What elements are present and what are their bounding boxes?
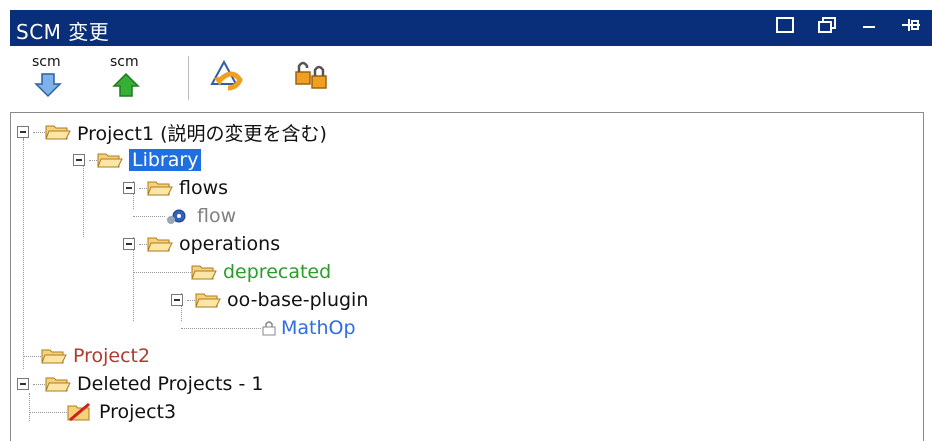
scm-update-label: scm [32,54,61,70]
folder-open-icon [147,181,173,196]
window-controls [774,16,922,38]
scm-commit-label: scm [110,54,139,70]
tree-node-label: flow [197,205,237,227]
tree-node-label: Deleted Projects - 1 [77,373,264,395]
maximize-icon[interactable] [774,16,796,38]
folder-open-icon [97,153,123,168]
folder-open-icon [191,265,217,280]
tree-node-operations[interactable]: operations [123,231,280,257]
tree-node-flows[interactable]: flows [123,175,228,201]
tree-node-project2[interactable]: Project2 [23,343,150,369]
collapse-toggle-icon[interactable] [171,294,183,306]
tree-node-label: deprecated [223,261,332,283]
tree-node-deprecated[interactable]: deprecated [133,259,331,285]
toolbar: scm scm [10,46,932,110]
scm-update-button[interactable]: scm [26,52,70,104]
tree-node-deleted-projects[interactable]: Deleted Projects - 1 [17,371,263,397]
tree-node-flow[interactable]: flow [133,203,236,229]
tree-node-mathop[interactable]: MathOp [181,315,356,341]
tree-node-label: MathOp [281,317,356,339]
window-title: SCM 変更 [16,20,110,44]
tree-node-oo-base-plugin[interactable]: oo-base-plugin [171,287,368,313]
up-arrow-icon [112,72,140,97]
tree-node-label: Library [129,149,202,171]
restore-icon[interactable] [816,16,838,38]
scm-change-tree: Project1 (説明の変更を含む) Library flows flow o… [10,112,924,441]
folder-open-icon [41,349,67,364]
lock-icon [262,321,276,336]
scm-commit-button[interactable]: scm [104,52,148,104]
tree-node-label: Project2 [73,345,151,367]
unlock-icon [295,61,327,89]
unlock-button[interactable] [292,52,336,104]
tree-node-project1[interactable]: Project1 (説明の変更を含む) [17,119,327,145]
down-arrow-icon [34,73,62,98]
revert-button[interactable] [206,52,250,104]
collapse-toggle-icon[interactable] [123,238,135,250]
collapse-toggle-icon[interactable] [123,182,135,194]
folder-open-icon [147,237,173,252]
deleted-folder-icon [67,402,90,422]
collapse-toggle-icon[interactable] [73,154,85,166]
pin-icon[interactable] [900,16,922,38]
tree-node-label: Project1 (説明の変更を含む) [77,122,327,145]
collapse-toggle-icon[interactable] [17,126,29,138]
folder-open-icon [45,125,71,140]
collapse-toggle-icon[interactable] [17,378,29,390]
flow-gear-icon [167,209,186,224]
tree-node-label: Project3 [99,401,177,423]
title-bar: SCM 変更 [10,10,932,46]
minimize-icon[interactable] [858,16,880,38]
scm-changes-window: SCM 変更 scm scm Project1 (説明の変更を含む) Libra… [0,0,932,441]
toolbar-separator [188,56,189,100]
tree-node-project3[interactable]: Project3 [29,399,176,425]
tree-node-label: operations [179,233,281,255]
folder-open-icon [195,293,221,308]
tree-node-library[interactable]: Library [73,147,202,173]
revert-icon [210,59,243,91]
folder-open-icon [45,377,71,392]
tree-node-label: flows [179,177,229,199]
tree-node-label: oo-base-plugin [227,289,369,311]
tree-line [23,131,24,369]
